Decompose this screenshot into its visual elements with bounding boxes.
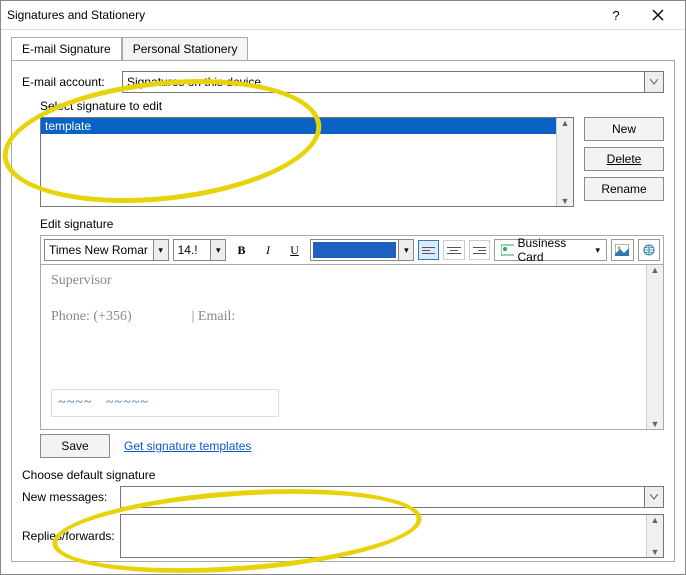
signatures-dialog: Signatures and Stationery ? E-mail Signa… [0,0,686,575]
editor-email: | Email: [192,309,236,324]
chevron-down-icon [644,72,663,92]
font-size-select[interactable]: 14.! ▾ [173,239,227,261]
email-account-label: E-mail account: [22,75,122,89]
tab-strip: E-mail Signature Personal Stationery [11,36,685,60]
scrollbar[interactable]: ▲▼ [646,515,663,557]
chevron-down-icon [644,487,663,507]
chevron-down-icon: ▾ [153,240,168,260]
size-value: 14.! [178,243,198,257]
chevron-down-icon: ▾ [210,240,225,260]
new-messages-label: New messages: [22,490,120,504]
list-item[interactable]: template [41,118,573,134]
email-account-row: E-mail account: Signatures on this devic… [22,71,664,93]
editor-line: Supervisor [51,273,653,289]
card-icon [501,244,514,256]
help-button[interactable]: ? [595,0,637,30]
tab-personal-stationery[interactable]: Personal Stationery [122,37,249,61]
replies-forwards-label: Replies/forwards: [22,529,120,543]
rename-button[interactable]: Rename [584,177,664,201]
chevron-down-icon: ▾ [595,245,600,256]
new-button[interactable]: New [584,117,664,141]
tab-label: E-mail Signature [22,42,111,56]
tab-panel: E-mail account: Signatures on this devic… [11,60,675,562]
select-signature-label: Select signature to edit [40,99,664,113]
get-templates-link[interactable]: Get signature templates [124,439,251,453]
button-label: Save [61,439,88,453]
editor-phone: Phone: (+356) [51,309,132,324]
button-label: Rename [601,182,646,196]
save-row: Save Get signature templates [40,434,664,458]
close-button[interactable] [637,0,679,30]
titlebar: Signatures and Stationery ? [1,1,685,30]
scrollbar[interactable]: ▲▼ [556,118,573,206]
font-color-select[interactable]: ▾ [310,239,415,261]
italic-button[interactable]: I [257,239,280,261]
business-card-button[interactable]: Business Card ▾ [494,239,607,261]
email-account-select[interactable]: Signatures on this device [122,71,664,93]
color-swatch [313,242,397,258]
button-label: Business Card [518,236,590,264]
new-messages-row: New messages: [22,486,664,508]
delete-button[interactable]: Delete [584,147,664,171]
tab-label: Personal Stationery [133,42,238,56]
choose-default-label: Choose default signature [22,468,664,482]
edit-signature-label: Edit signature [40,217,664,231]
chevron-down-icon: ▾ [398,240,413,260]
insert-picture-button[interactable] [611,239,634,261]
button-label: Delete [607,152,642,166]
replies-forwards-select[interactable]: ▲▼ [120,514,664,558]
button-label: New [612,122,636,136]
signature-image: ~~~~ ~~~~~ [51,389,279,417]
bold-button[interactable]: B [230,239,253,261]
insert-hyperlink-button[interactable] [638,239,661,261]
font-select[interactable]: Times New Romar ▾ [44,239,169,261]
replies-forwards-row: Replies/forwards: ▲▼ [22,514,664,558]
scrollbar[interactable]: ▲▼ [646,265,663,429]
save-button[interactable]: Save [40,434,110,458]
format-toolbar: Times New Romar ▾ 14.! ▾ B I U ▾ Business … [40,235,664,265]
signature-list[interactable]: template ▲▼ [40,117,574,207]
font-value: Times New Romar [49,243,148,257]
align-right-button[interactable] [469,240,490,260]
signature-buttons: New Delete Rename [584,117,664,207]
signature-list-area: template ▲▼ New Delete Rename [40,117,664,207]
dialog-title: Signatures and Stationery [7,8,595,22]
email-account-value: Signatures on this device [127,75,261,89]
align-left-button[interactable] [418,240,439,260]
align-center-button[interactable] [443,240,464,260]
new-messages-select[interactable] [120,486,664,508]
signature-editor[interactable]: Supervisor Phone: (+356) | Email: ~~~~ ~~… [40,265,664,430]
tab-email-signature[interactable]: E-mail Signature [11,37,122,61]
underline-button[interactable]: U [283,239,306,261]
